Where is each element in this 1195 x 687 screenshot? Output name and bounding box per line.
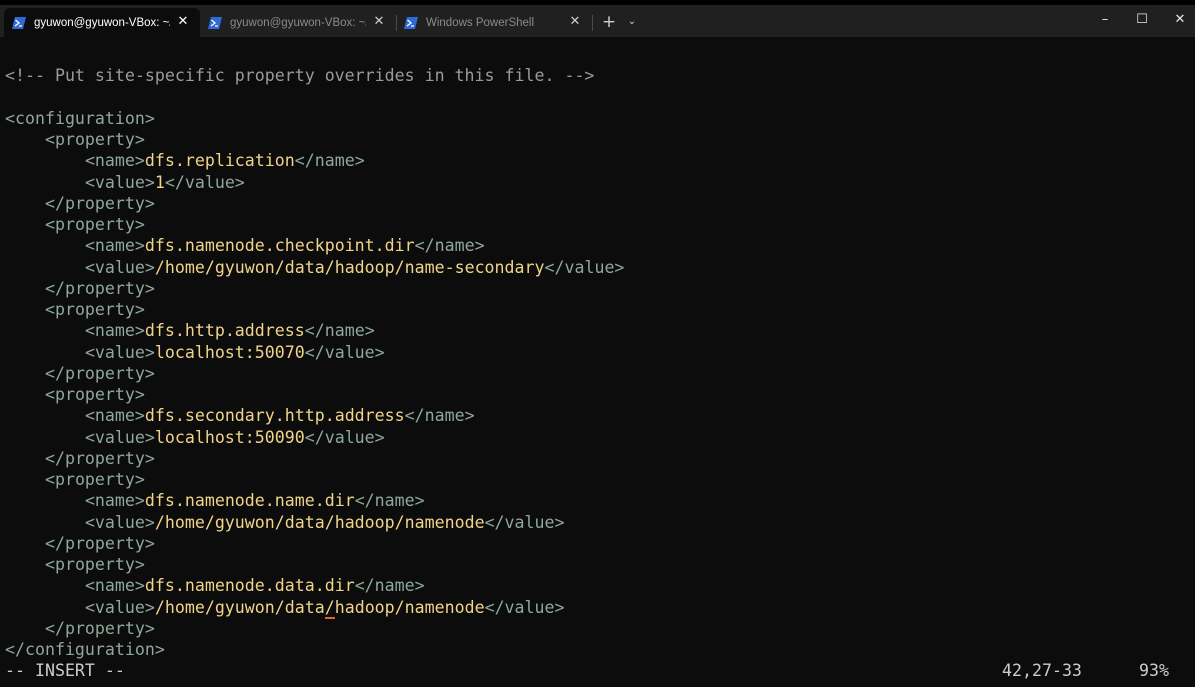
property-name: dfs.namenode.checkpoint.dir — [144, 236, 415, 255]
editor-line: <name>dfs.namenode.checkpoint.dir</name> — [84, 236, 485, 255]
editor-line: <value>/home/gyuwon/data/hadoop/namenode… — [84, 513, 565, 532]
cursor-position: 42,27-33 — [1002, 661, 1082, 680]
property-name: dfs.replication — [144, 151, 295, 170]
title-bar: gyuwon@gyuwon-VBox: ~/h ✕ gyuwon@gyuwon-… — [0, 0, 1195, 37]
property-value: /home/gyuwon/data — [154, 598, 325, 617]
tab-gyuwon-data[interactable]: gyuwon@gyuwon-VBox: ~/da ✕ — [200, 8, 396, 37]
editor-line: <name>dfs.namenode.name.dir</name> — [84, 491, 425, 510]
editor-line: <configuration> — [5, 109, 155, 128]
property-value: localhost:50090 — [154, 428, 305, 447]
editor-line: <property> — [44, 385, 145, 404]
property-name: dfs.namenode.data.dir — [144, 576, 355, 595]
editor-line: <property> — [44, 300, 145, 319]
editor-line: </property> — [44, 534, 155, 553]
scroll-percent: 93% — [1139, 661, 1169, 680]
editor-line: <property> — [44, 555, 145, 574]
property-value: 1 — [154, 173, 165, 192]
powershell-icon — [208, 16, 222, 29]
tab-label: gyuwon@gyuwon-VBox: ~/da — [230, 16, 366, 29]
text-cursor: / — [324, 598, 335, 619]
property-value: /home/gyuwon/data/hadoop/namenode — [154, 513, 485, 532]
editor-line: </property> — [44, 194, 155, 213]
maximize-button[interactable]: ☐ — [1132, 10, 1152, 30]
property-value: /home/gyuwon/data/hadoop/name-secondary — [154, 258, 545, 277]
title-bar-edge — [0, 0, 1195, 5]
vim-mode-indicator: -- INSERT -- — [5, 661, 125, 680]
chevron-down-icon[interactable]: ⌄ — [625, 15, 639, 29]
editor-line: <name>dfs.namenode.data.dir</name> — [84, 576, 425, 595]
property-name: dfs.secondary.http.address — [144, 406, 405, 425]
tab-separator — [592, 15, 593, 31]
terminal-editor[interactable]: <!-- Put site-specific property override… — [0, 37, 1195, 687]
editor-line: </configuration> — [5, 640, 165, 659]
editor-line: <name>dfs.secondary.http.address</name> — [84, 406, 475, 425]
editor-line: </property> — [44, 279, 155, 298]
property-value: hadoop/namenode — [334, 598, 485, 617]
close-icon[interactable]: ✕ — [568, 14, 582, 28]
editor-line: <property> — [44, 130, 145, 149]
powershell-icon — [12, 16, 26, 29]
tab-label: gyuwon@gyuwon-VBox: ~/h — [34, 16, 170, 29]
powershell-icon — [404, 16, 418, 29]
editor-line: <name>dfs.http.address</name> — [84, 321, 375, 340]
editor-line: <!-- Put site-specific property override… — [5, 66, 595, 85]
property-name: dfs.namenode.name.dir — [144, 491, 355, 510]
editor-line: <value>/home/gyuwon/data/hadoop/namenode… — [84, 598, 565, 619]
tab-windows-powershell[interactable]: Windows PowerShell ✕ — [396, 8, 592, 37]
editor-line: <property> — [44, 470, 145, 489]
editor-line: <value>/home/gyuwon/data/hadoop/name-sec… — [84, 258, 625, 277]
editor-line: <name>dfs.replication</name> — [84, 151, 365, 170]
close-icon[interactable]: ✕ — [372, 14, 386, 28]
editor-line: <value>1</value> — [84, 173, 245, 192]
minimize-button[interactable]: – — [1095, 10, 1115, 30]
tab-gyuwon-home[interactable]: gyuwon@gyuwon-VBox: ~/h ✕ — [4, 8, 200, 37]
close-window-button[interactable]: ✕ — [1170, 10, 1190, 30]
editor-line: </property> — [44, 364, 155, 383]
new-tab-button[interactable]: + — [600, 13, 618, 31]
property-name: dfs.http.address — [144, 321, 305, 340]
property-value: localhost:50070 — [154, 343, 305, 362]
editor-line: <value>localhost:50090</value> — [84, 428, 385, 447]
editor-line: <value>localhost:50070</value> — [84, 343, 385, 362]
editor-line: </property> — [44, 449, 155, 468]
editor-line: <property> — [44, 215, 145, 234]
close-icon[interactable]: ✕ — [176, 14, 190, 28]
tab-label: Windows PowerShell — [426, 16, 535, 29]
editor-line: </property> — [44, 619, 155, 638]
